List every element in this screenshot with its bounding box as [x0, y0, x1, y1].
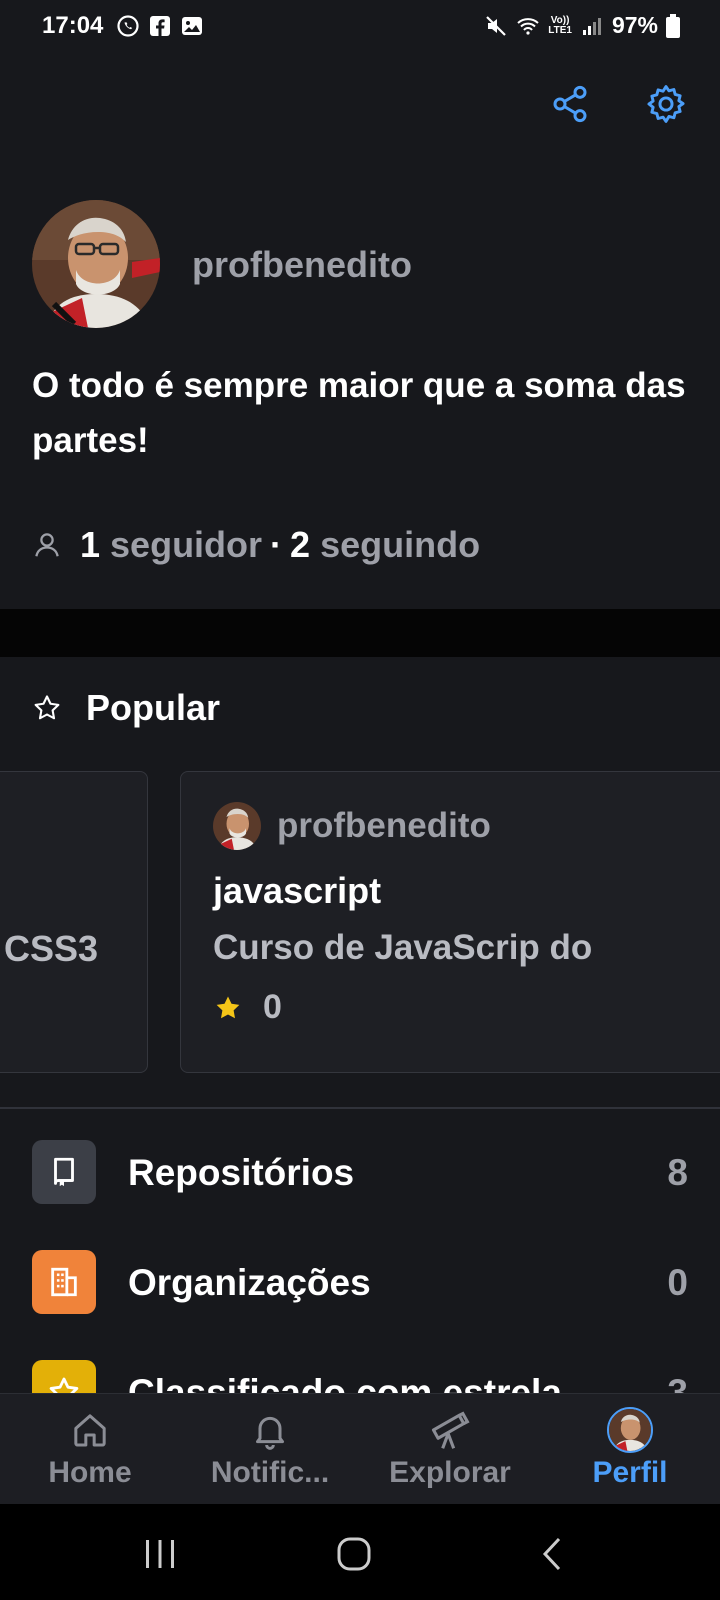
bell-icon: [256, 1416, 284, 1450]
whatsapp-icon: [117, 15, 139, 37]
popular-card[interactable]: profbenedito javascript Curso de JavaScr…: [180, 771, 720, 1073]
menu-count: 0: [667, 1262, 688, 1303]
back-icon: [542, 1537, 561, 1571]
nav-notifications[interactable]: Notific...: [180, 1394, 360, 1504]
popular-section: Popular CSS3 profbenedito javascript Cur…: [0, 657, 720, 1393]
nav-profile[interactable]: Perfil: [540, 1394, 720, 1504]
share-button[interactable]: [548, 82, 592, 126]
nav-label: Notific...: [210, 1456, 330, 1489]
list-divider: [0, 1107, 720, 1109]
nav-label: Explorar: [389, 1456, 511, 1489]
battery-icon: [666, 13, 680, 38]
telescope-icon: [431, 1411, 470, 1449]
wifi-icon: [517, 17, 539, 35]
home-system-button[interactable]: [324, 1532, 384, 1576]
popular-card[interactable]: CSS3: [0, 771, 148, 1073]
mute-icon: [486, 15, 507, 36]
card-owner-name: profbenedito: [277, 806, 491, 845]
menu-label: Repositórios: [128, 1152, 355, 1193]
status-time: 17:04: [42, 12, 104, 39]
avatar: [213, 802, 261, 850]
home-circle-icon: [337, 1537, 371, 1571]
star-filled-icon: [216, 996, 240, 1018]
profile-header: profbenedito O todo é sempre maior que a…: [0, 56, 720, 609]
following-count: 2: [290, 524, 311, 565]
signal-icon: [582, 17, 601, 35]
menu-label: Organizações: [128, 1262, 371, 1303]
recent-apps-icon: [146, 1540, 174, 1568]
star-icon: [49, 1377, 79, 1393]
card-description: Curso de JavaScrip do: [213, 928, 593, 967]
menu-label: Classificado com estrela: [128, 1372, 562, 1393]
followers-count: 1: [80, 524, 101, 565]
avatar: [607, 1407, 653, 1453]
home-icon: [74, 1414, 106, 1447]
person-icon: [35, 533, 59, 557]
card-repo-name: javascript: [213, 870, 382, 911]
menu-item-repositories[interactable]: Repositórios 8: [0, 1122, 720, 1222]
menu-count: 8: [667, 1152, 688, 1193]
status-bar: 17:04 Vo)) LTE1 97%: [0, 0, 720, 56]
nav-explore[interactable]: Explorar: [360, 1394, 540, 1504]
gear-icon: [647, 85, 685, 123]
followers-label: seguidor: [110, 524, 263, 565]
battery-level: 97%: [611, 12, 658, 38]
owner-avatar: [213, 802, 261, 850]
follow-stats[interactable]: 1 seguidor · 2 seguindo: [32, 524, 480, 566]
star-outline-icon: [34, 695, 60, 720]
popular-title: Popular: [86, 687, 221, 728]
back-button[interactable]: [522, 1532, 582, 1576]
profile-bio: O todo é sempre maior que a soma das par…: [32, 366, 686, 460]
following-label: seguindo: [320, 524, 481, 565]
gallery-icon: [182, 17, 202, 35]
card-star-count: 0: [263, 988, 282, 1026]
recent-apps-button[interactable]: [130, 1532, 190, 1576]
nav-home[interactable]: Home: [0, 1394, 180, 1504]
facebook-icon: [150, 16, 170, 36]
network-type: Vo)) LTE1: [548, 14, 572, 36]
organization-icon: [51, 1267, 77, 1297]
system-navigation-bar: [0, 1504, 720, 1600]
section-divider: [0, 609, 720, 657]
share-icon: [553, 85, 587, 123]
menu-item-starred[interactable]: Classificado com estrela 3: [0, 1342, 720, 1393]
nav-label: Home: [48, 1456, 132, 1489]
nav-label: Perfil: [592, 1456, 668, 1489]
bottom-navigation: Home Notific... Explorar Perfil: [0, 1393, 720, 1504]
card-description: CSS3: [4, 928, 99, 969]
repo-icon: [54, 1157, 74, 1187]
settings-button[interactable]: [644, 82, 688, 126]
menu-count: 3: [667, 1372, 688, 1393]
menu-item-organizations[interactable]: Organizações 0: [0, 1232, 720, 1332]
follow-separator: ·: [270, 524, 283, 565]
profile-avatar[interactable]: [32, 200, 160, 328]
avatar: [32, 200, 160, 328]
profile-username: profbenedito: [192, 244, 412, 285]
